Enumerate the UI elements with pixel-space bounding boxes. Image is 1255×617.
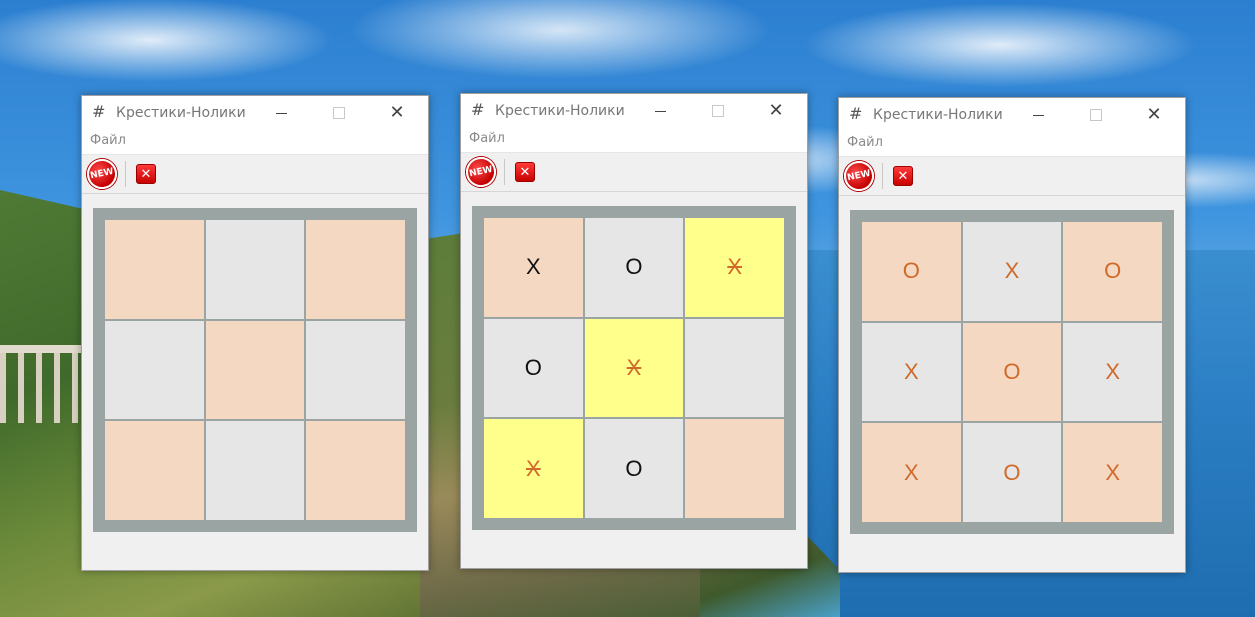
new-badge-icon: NEW [846, 168, 872, 184]
board-cell[interactable] [306, 220, 405, 319]
menu-file[interactable]: Файл [847, 135, 883, 150]
new-game-button[interactable]: NEW [463, 154, 499, 190]
close-window-button[interactable]: ✕ [753, 94, 799, 128]
board-cell[interactable]: X [862, 423, 961, 522]
red-close-icon: ✕ [897, 168, 909, 184]
exit-button[interactable]: ✕ [136, 164, 156, 184]
board-cell[interactable]: O [862, 222, 961, 321]
close-icon: ✕ [768, 100, 784, 121]
maximize-icon [712, 105, 724, 117]
board-cell[interactable]: O [584, 419, 684, 518]
maximize-button[interactable] [695, 94, 741, 128]
title-bar[interactable]: # Крестики-Нолики ✕ [839, 98, 1185, 132]
new-game-button[interactable]: NEW [841, 158, 877, 194]
grid-hash-icon: # [471, 100, 485, 119]
board-cell[interactable]: X [862, 322, 961, 422]
window-title: Крестики-Нолики [495, 103, 625, 119]
exit-button[interactable]: ✕ [515, 162, 535, 182]
close-icon: ✕ [389, 102, 405, 123]
board-cell-winning[interactable]: X [584, 318, 684, 418]
toolbar-separator [504, 159, 505, 185]
game-board: X O X O X X O [472, 206, 796, 530]
toolbar-separator [125, 161, 126, 187]
minimize-button[interactable] [637, 94, 683, 128]
game-window-1: # Крестики-Нолики ✕ Файл NEW ✕ [81, 95, 429, 571]
board-cell[interactable] [205, 421, 305, 520]
board-cell[interactable] [306, 320, 405, 420]
maximize-icon [333, 107, 345, 119]
board-cell[interactable] [685, 318, 784, 418]
board-cell[interactable] [105, 421, 204, 520]
toolbar-separator [882, 163, 883, 189]
new-badge-icon: NEW [468, 164, 494, 180]
board-cell[interactable] [205, 220, 305, 319]
close-icon: ✕ [1146, 104, 1162, 125]
menu-bar: Файл [839, 132, 1185, 156]
minimize-icon [1032, 114, 1044, 116]
board-cell[interactable] [105, 320, 204, 420]
game-board [93, 208, 417, 532]
grid-hash-icon: # [849, 104, 863, 123]
toolbar: NEW ✕ [82, 154, 428, 194]
board-cell[interactable]: X [962, 222, 1062, 321]
desktop-wallpaper-bridge [0, 345, 82, 423]
window-title: Крестики-Нолики [873, 107, 1003, 123]
game-window-2: # Крестики-Нолики ✕ Файл NEW ✕ X O X O X… [460, 93, 808, 569]
maximize-button[interactable] [1073, 98, 1119, 132]
close-window-button[interactable]: ✕ [1131, 98, 1177, 132]
red-close-icon: ✕ [140, 166, 152, 182]
maximize-button[interactable] [316, 96, 362, 130]
minimize-icon [275, 112, 287, 114]
game-board: O X O X O X X O X [850, 210, 1174, 534]
menu-file[interactable]: Файл [469, 131, 505, 146]
maximize-icon [1090, 109, 1102, 121]
board-cell-winning[interactable]: X [685, 218, 784, 317]
board-cell[interactable] [685, 419, 784, 518]
minimize-button[interactable] [1015, 98, 1061, 132]
board-cell[interactable]: O [962, 423, 1062, 522]
menu-bar: Файл [461, 128, 807, 152]
menu-bar: Файл [82, 130, 428, 154]
grid-hash-icon: # [92, 102, 106, 121]
title-bar[interactable]: # Крестики-Нолики ✕ [461, 94, 807, 128]
close-window-button[interactable]: ✕ [374, 96, 420, 130]
new-game-button[interactable]: NEW [84, 156, 120, 192]
board-cell[interactable]: X [1063, 423, 1162, 522]
minimize-icon [654, 110, 666, 112]
board-cell[interactable] [306, 421, 405, 520]
board-cell[interactable]: X [484, 218, 583, 317]
game-window-3: # Крестики-Нолики ✕ Файл NEW ✕ O X O X O… [838, 97, 1186, 573]
board-cell[interactable] [105, 220, 204, 319]
minimize-button[interactable] [258, 96, 304, 130]
board-cell-winning[interactable]: X [484, 419, 583, 518]
toolbar: NEW ✕ [461, 152, 807, 192]
new-badge-icon: NEW [89, 166, 115, 182]
board-cell[interactable] [205, 320, 305, 420]
menu-file[interactable]: Файл [90, 133, 126, 148]
window-title: Крестики-Нолики [116, 105, 246, 121]
board-cell[interactable]: O [484, 318, 583, 418]
board-cell[interactable]: O [962, 322, 1062, 422]
title-bar[interactable]: # Крестики-Нолики ✕ [82, 96, 428, 130]
exit-button[interactable]: ✕ [893, 166, 913, 186]
toolbar: NEW ✕ [839, 156, 1185, 196]
board-cell[interactable]: X [1063, 322, 1162, 422]
red-close-icon: ✕ [519, 164, 531, 180]
board-cell[interactable]: O [1063, 222, 1162, 321]
board-cell[interactable]: O [584, 218, 684, 317]
